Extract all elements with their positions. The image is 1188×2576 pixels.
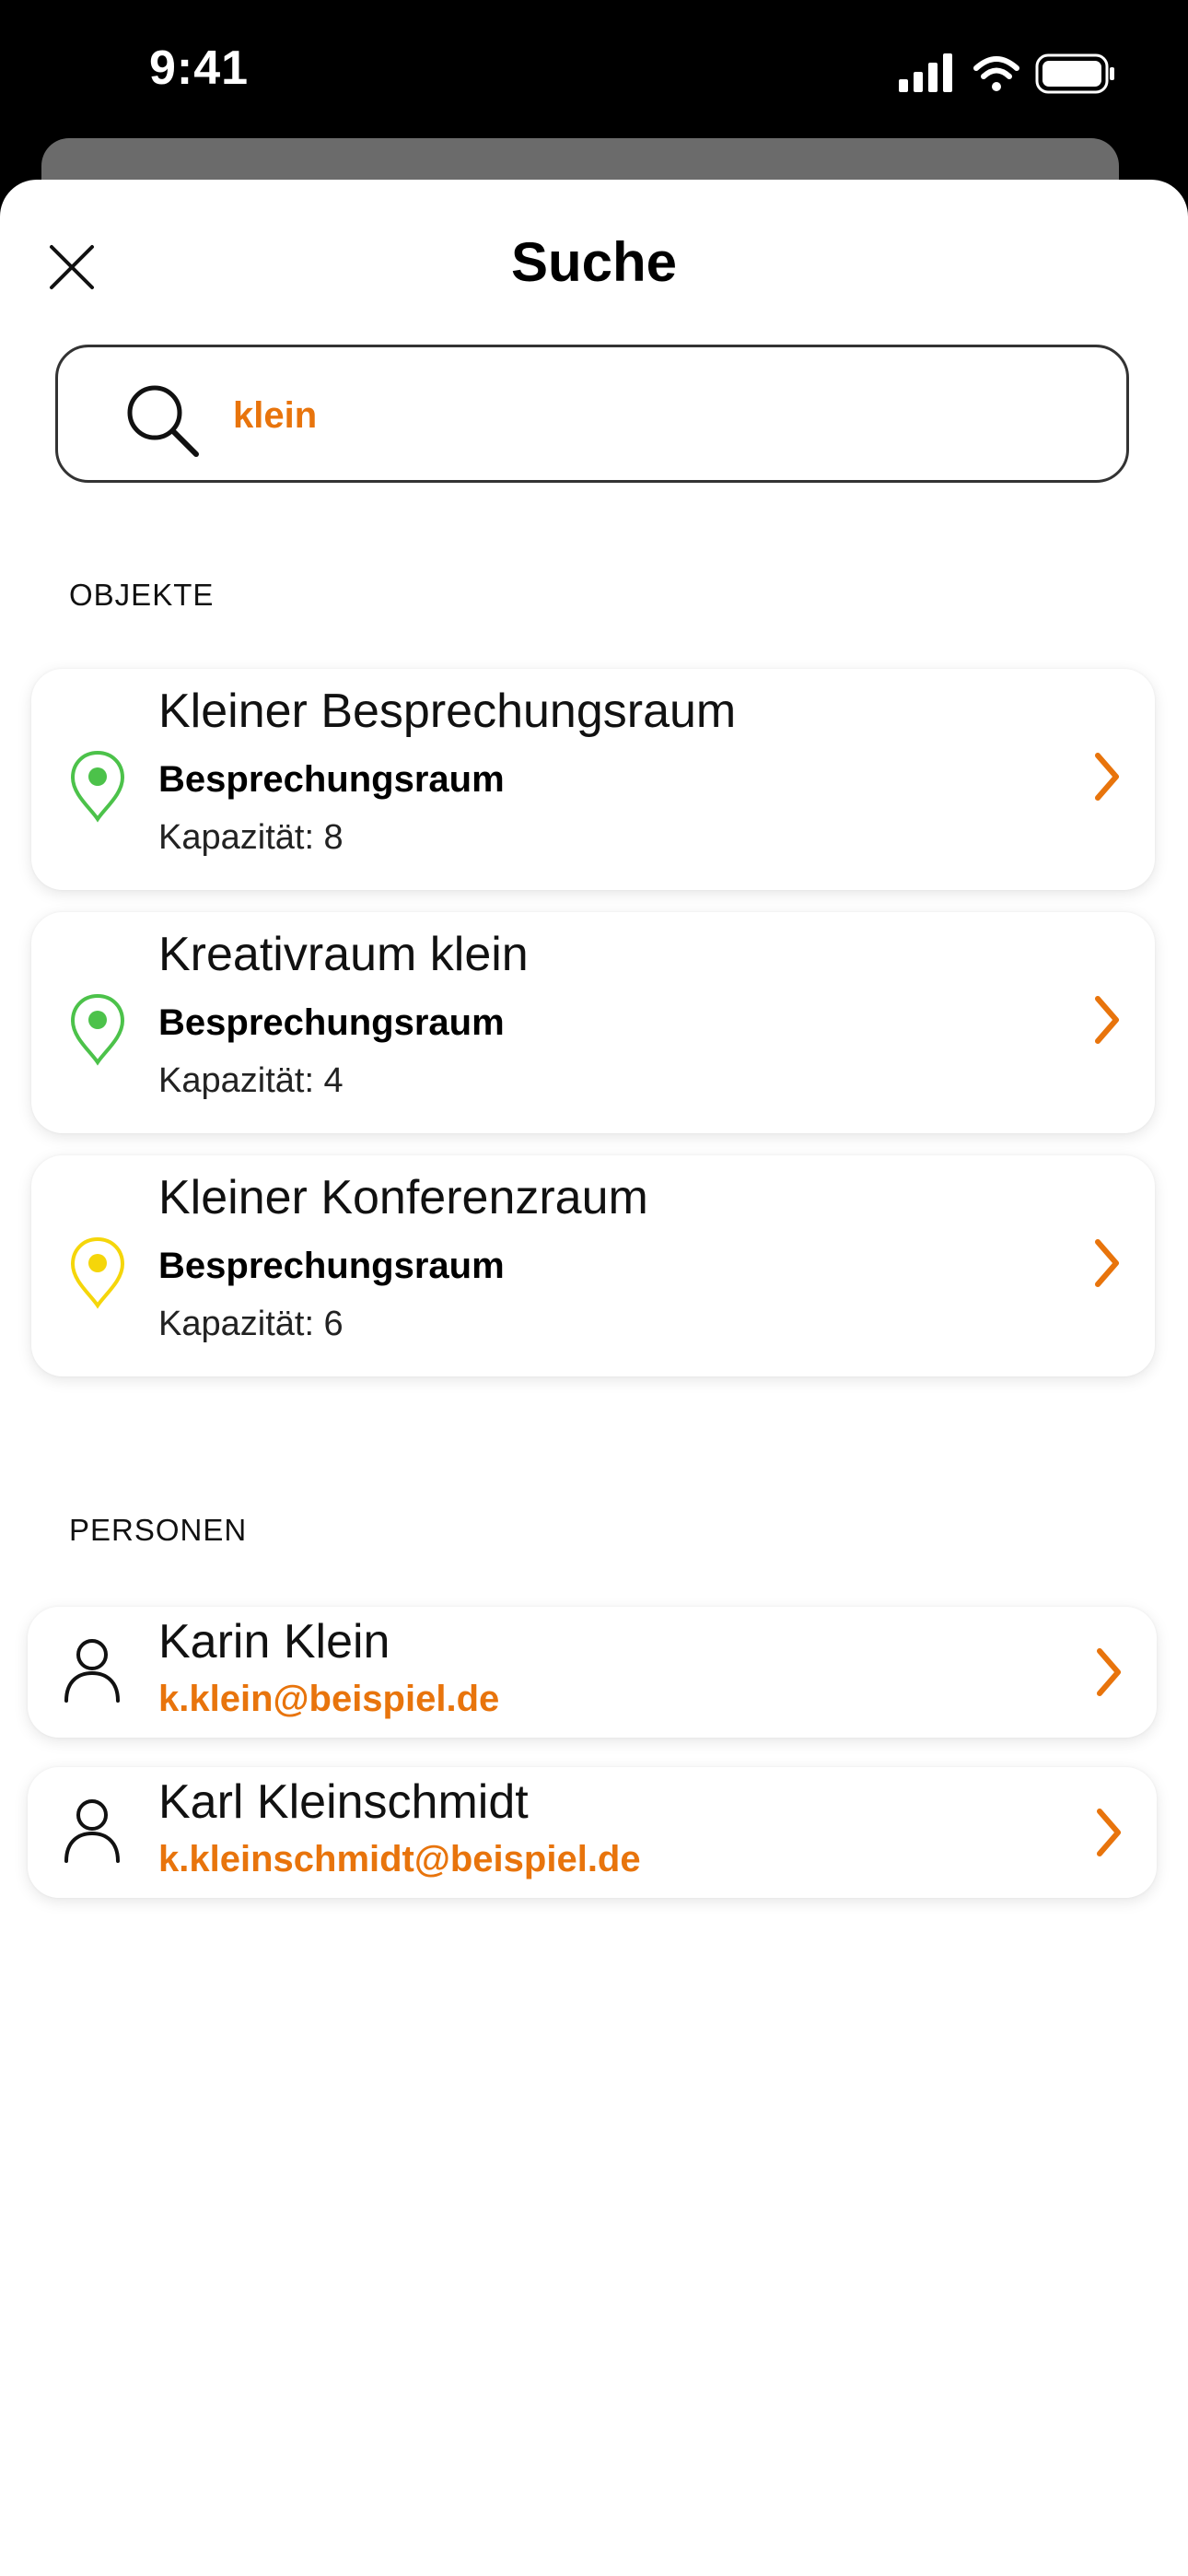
object-item[interactable]: Kleiner Konferenzraum Besprechungsraum K… <box>31 1155 1155 1376</box>
wifi-icon <box>973 56 1019 91</box>
person-name: Karin Klein <box>158 1615 390 1669</box>
person-email: k.kleinschmidt@beispiel.de <box>158 1839 641 1879</box>
object-item[interactable]: Kreativraum klein Besprechungsraum Kapaz… <box>31 912 1155 1133</box>
object-capacity: Kapazität: 8 <box>158 818 344 857</box>
person-item[interactable]: Karl Kleinschmidt k.kleinschmidt@beispie… <box>28 1767 1157 1898</box>
section-label-objects: OBJEKTE <box>69 578 215 612</box>
person-icon <box>64 1799 120 1863</box>
cellular-signal-icon <box>899 53 952 92</box>
object-capacity: Kapazität: 4 <box>158 1061 344 1100</box>
object-title: Kleiner Besprechungsraum <box>158 685 737 738</box>
status-bar: 9:41 <box>0 0 1188 138</box>
search-field[interactable] <box>55 345 1129 483</box>
object-type: Besprechungsraum <box>158 1246 505 1286</box>
battery-icon <box>1035 53 1114 94</box>
chevron-right-icon <box>1095 1239 1119 1287</box>
status-icons <box>899 53 1114 94</box>
object-title: Kreativraum klein <box>158 928 529 981</box>
location-pin-icon <box>70 1236 125 1309</box>
person-icon <box>64 1639 120 1703</box>
chevron-right-icon <box>1095 753 1119 801</box>
location-pin-icon <box>70 750 125 823</box>
search-input[interactable] <box>233 379 1062 452</box>
chevron-right-icon <box>1097 1809 1121 1856</box>
section-label-persons: PERSONEN <box>69 1513 248 1547</box>
object-item[interactable]: Kleiner Besprechungsraum Besprechungsrau… <box>31 669 1155 890</box>
page-title: Suche <box>510 231 678 293</box>
location-pin-icon <box>70 993 125 1066</box>
chevron-right-icon <box>1095 996 1119 1044</box>
object-type: Besprechungsraum <box>158 1002 505 1043</box>
chevron-right-icon <box>1097 1648 1121 1696</box>
person-email: k.klein@beispiel.de <box>158 1679 500 1719</box>
object-capacity: Kapazität: 6 <box>158 1305 344 1343</box>
search-sheet <box>0 180 1188 2576</box>
object-title: Kleiner Konferenzraum <box>158 1171 648 1224</box>
status-time: 9:41 <box>149 41 250 95</box>
object-type: Besprechungsraum <box>158 759 505 800</box>
person-item[interactable]: Karin Klein k.klein@beispiel.de <box>28 1607 1157 1738</box>
search-icon <box>127 385 199 457</box>
person-name: Karl Kleinschmidt <box>158 1775 529 1829</box>
